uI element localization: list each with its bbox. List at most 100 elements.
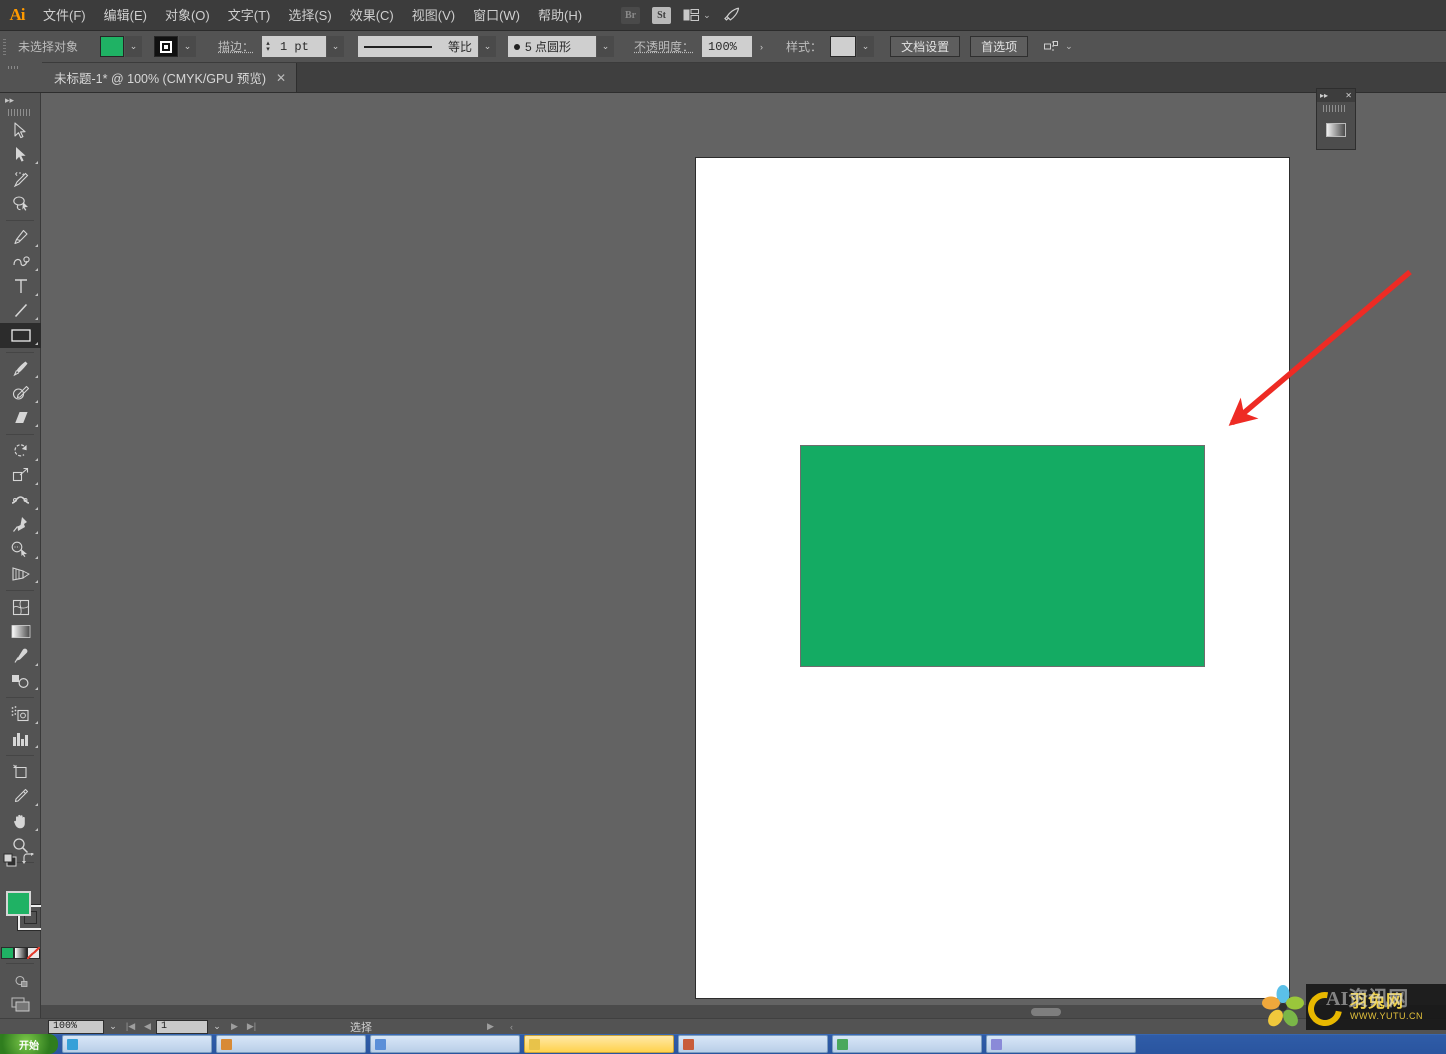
taskbar-item[interactable]	[678, 1035, 828, 1053]
rectangle-tool[interactable]	[0, 323, 41, 348]
taskbar-item[interactable]	[986, 1035, 1136, 1053]
status-expand-icon[interactable]: ▶	[482, 1019, 499, 1035]
brush-control[interactable]: 5 点圆形 ⌄	[508, 36, 615, 57]
menu-view[interactable]: 视图(V)	[403, 0, 464, 31]
scrollbar-thumb[interactable]	[1031, 1008, 1061, 1016]
taskbar-item[interactable]	[832, 1035, 982, 1053]
default-fill-stroke-icon[interactable]	[3, 853, 17, 870]
perspective-grid-tool[interactable]	[0, 562, 41, 587]
graphic-style-dropdown-chevron[interactable]: ⌄	[857, 36, 875, 57]
taskbar-item[interactable]	[370, 1035, 520, 1053]
tabbar-grip[interactable]	[0, 62, 42, 92]
stroke-control[interactable]: ⌄	[154, 36, 197, 57]
menu-select[interactable]: 选择(S)	[279, 0, 340, 31]
graphic-style-control[interactable]: ⌄	[830, 36, 875, 57]
stroke-profile-control[interactable]: 等比 ⌄	[358, 36, 497, 57]
stroke-weight-control[interactable]: ▴ ▾ 1 pt ⌄	[262, 36, 345, 57]
draw-mode-button[interactable]	[0, 968, 41, 993]
none-mode-icon[interactable]	[26, 947, 40, 959]
close-icon[interactable]: ✕	[276, 71, 286, 85]
tools-panel-header[interactable]: ▸▸	[0, 93, 40, 107]
float-panel-drag-dots[interactable]	[1323, 105, 1345, 112]
swap-fill-stroke-icon[interactable]	[21, 852, 36, 869]
mesh-tool[interactable]	[0, 595, 41, 620]
paintbrush-tool[interactable]	[0, 357, 41, 382]
gradient-tool[interactable]	[0, 620, 41, 645]
artboard-tool[interactable]	[0, 760, 41, 785]
close-icon[interactable]: ✕	[1345, 91, 1352, 100]
stroke-swatch[interactable]	[154, 36, 179, 57]
fill-stroke-indicator[interactable]	[0, 885, 44, 945]
free-transform-tool[interactable]	[0, 513, 41, 538]
graphic-style-swatch[interactable]	[830, 36, 857, 57]
stroke-weight-stepper[interactable]: ▴ ▾	[262, 36, 275, 57]
stock-icon[interactable]: St	[652, 6, 672, 24]
align-control[interactable]: ⌄	[1042, 38, 1073, 56]
opacity-input[interactable]: 100%	[702, 36, 753, 57]
status-collapse-icon[interactable]: ‹	[503, 1019, 520, 1035]
gradient-mode-icon[interactable]	[13, 947, 27, 959]
document-setup-button[interactable]: 文档设置	[890, 36, 961, 57]
opacity-control[interactable]: 100% ›	[702, 36, 770, 57]
scale-tool[interactable]	[0, 464, 41, 489]
fill-swatch[interactable]	[100, 36, 125, 57]
workspace-switcher[interactable]: ⌄	[683, 9, 711, 21]
rotate-tool[interactable]	[0, 439, 41, 464]
zoom-dropdown-chevron[interactable]: ⌄	[104, 1019, 122, 1035]
stroke-dropdown-chevron[interactable]: ⌄	[179, 36, 197, 57]
shaper-tool[interactable]	[0, 381, 41, 406]
brush-preview[interactable]: 5 点圆形	[508, 36, 597, 57]
artboard-number-input[interactable]: 1	[156, 1019, 208, 1034]
zoom-level-input[interactable]: 100%	[48, 1019, 104, 1034]
direct-selection-tool[interactable]	[0, 143, 41, 168]
lasso-tool[interactable]	[0, 192, 41, 217]
bridge-icon[interactable]: Br	[621, 6, 641, 24]
tools-panel-drag-dots[interactable]	[0, 107, 40, 118]
canvas-viewport[interactable]	[41, 93, 1446, 1018]
fill-dropdown-chevron[interactable]: ⌄	[125, 36, 143, 57]
blend-tool[interactable]	[0, 669, 41, 694]
selection-tool[interactable]	[0, 118, 41, 143]
line-segment-tool[interactable]	[0, 299, 41, 324]
eraser-tool[interactable]	[0, 406, 41, 431]
prev-artboard-button[interactable]: ◀	[139, 1019, 156, 1035]
align-objects-icon[interactable]	[1042, 38, 1060, 56]
taskbar-item[interactable]	[216, 1035, 366, 1053]
fill-control[interactable]: ⌄	[100, 36, 143, 57]
horizontal-scrollbar[interactable]	[41, 1005, 1446, 1018]
symbol-sprayer-tool[interactable]	[0, 702, 41, 727]
opacity-flyout-arrow[interactable]: ›	[753, 36, 770, 57]
stroke-profile-preview[interactable]: 等比	[358, 36, 479, 57]
color-mode-icon[interactable]	[0, 947, 14, 959]
stroke-weight-dropdown-chevron[interactable]: ⌄	[327, 36, 345, 57]
gradient-panel-collapsed[interactable]: ▸▸ ✕	[1316, 88, 1356, 150]
brush-dropdown-chevron[interactable]: ⌄	[597, 36, 615, 57]
menu-window[interactable]: 窗口(W)	[464, 0, 529, 31]
taskbar-item[interactable]	[62, 1035, 212, 1053]
taskbar-item-active[interactable]	[524, 1035, 674, 1053]
shape-builder-tool[interactable]	[0, 537, 41, 562]
column-graph-tool[interactable]	[0, 727, 41, 752]
menu-edit[interactable]: 编辑(E)	[95, 0, 156, 31]
magic-wand-tool[interactable]	[0, 167, 41, 192]
curvature-tool[interactable]	[0, 250, 41, 275]
search-rocket-icon[interactable]	[723, 6, 741, 24]
next-artboard-button[interactable]: ▶	[226, 1019, 243, 1035]
menu-object[interactable]: 对象(O)	[156, 0, 219, 31]
eyedropper-tool[interactable]	[0, 644, 41, 669]
slice-tool[interactable]	[0, 785, 41, 810]
document-tab[interactable]: 未标题-1* @ 100% (CMYK/GPU 预览) ✕	[42, 63, 298, 92]
fill-color-box[interactable]	[6, 891, 31, 916]
stroke-profile-dropdown-chevron[interactable]: ⌄	[479, 36, 497, 57]
pen-tool[interactable]	[0, 225, 41, 250]
menu-effect[interactable]: 效果(C)	[341, 0, 403, 31]
screen-mode-button[interactable]	[0, 993, 41, 1018]
align-dropdown-chevron[interactable]: ⌄	[1065, 41, 1073, 52]
hand-tool[interactable]	[0, 809, 41, 834]
collapse-panel-icon[interactable]: ▸▸	[1320, 91, 1328, 100]
type-tool[interactable]	[0, 274, 41, 299]
first-artboard-button[interactable]: |◀	[122, 1019, 139, 1035]
float-panel-header[interactable]: ▸▸ ✕	[1317, 89, 1355, 102]
gradient-thumbnail-icon[interactable]	[1326, 122, 1346, 137]
stroke-weight-input[interactable]: 1 pt	[274, 36, 327, 57]
